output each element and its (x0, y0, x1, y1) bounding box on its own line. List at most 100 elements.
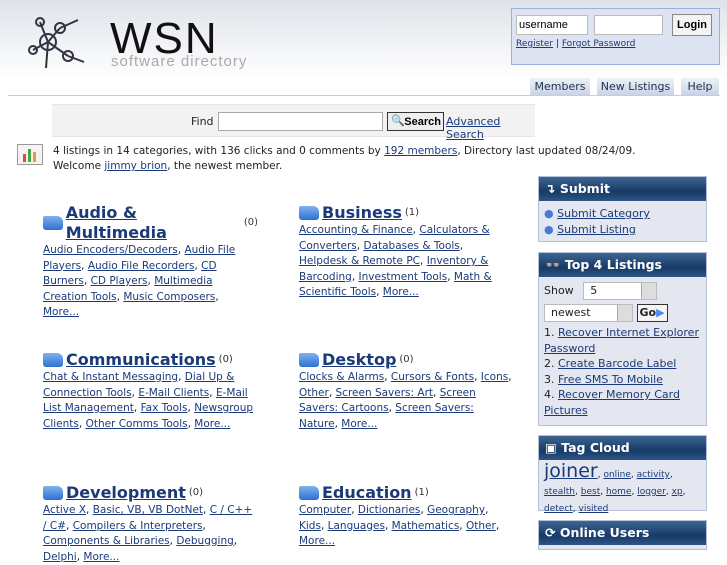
subcategory-link[interactable]: Cursors & Fonts (391, 371, 474, 383)
category-block: Education (1) Computer, Dictionaries, Geog… (299, 483, 500, 547)
submit-listing-link[interactable]: Submit Listing (557, 223, 636, 236)
submit-header: ↴ Submit (539, 177, 706, 201)
category-block: Audio & Multimedia (0) Audio Encoders/Deco… (43, 203, 258, 318)
tab-members[interactable]: Members (530, 78, 590, 95)
tab-new-listings[interactable]: New Listings (597, 78, 674, 95)
login-button[interactable]: Login (672, 14, 712, 36)
top-listing-item: 3. Free SMS To Mobile (544, 372, 663, 386)
subcategory-link[interactable]: Chat & Instant Messaging (43, 371, 178, 383)
subcategory-link[interactable]: Accounting & Finance (299, 224, 413, 236)
subcategory-link[interactable]: Helpdesk & Remote PC (299, 255, 420, 267)
globe-icon: ● (544, 207, 554, 220)
category-block: Development (0) Active X, Basic, VB, VB Do… (43, 483, 253, 563)
magnifier-icon: 🔍 (391, 115, 405, 127)
show-count-select[interactable]: 5 (583, 282, 658, 300)
go-button[interactable]: Go▶ (636, 304, 668, 322)
category-count: (0) (243, 217, 258, 228)
subcategory-link[interactable]: Geography (427, 504, 485, 516)
subcategory-link[interactable]: Music Composers (123, 291, 215, 303)
subcategory-link[interactable]: Languages (328, 520, 385, 532)
members-link[interactable]: 192 members (384, 145, 457, 157)
subcategory-link[interactable]: Fax Tools (141, 402, 188, 414)
top-listing-item: 4. Recover Memory Card Pictures (544, 388, 680, 417)
find-label: Find (191, 115, 214, 128)
subcategory-link[interactable]: Other (466, 520, 496, 532)
tag-link[interactable]: activity (637, 470, 670, 480)
subcategory-link[interactable]: Clocks & Alarms (299, 371, 384, 383)
category-link[interactable]: Development (66, 483, 186, 503)
sort-select[interactable]: newest (544, 304, 633, 322)
divider (8, 95, 720, 96)
top-listing-link[interactable]: Create Barcode Label (558, 357, 676, 370)
subcategory-link[interactable]: Debugging (176, 535, 233, 547)
logo-icon (28, 17, 85, 69)
subcategory-link[interactable]: Delphi (43, 551, 77, 563)
folder-icon (299, 353, 319, 367)
tag-link[interactable]: detect (544, 504, 573, 514)
subcategory-link[interactable]: Mathematics (392, 520, 460, 532)
username-input[interactable] (516, 15, 588, 35)
tagline: software directory (111, 53, 248, 70)
category-link[interactable]: Desktop (322, 350, 396, 370)
tag-link[interactable]: home (606, 487, 632, 497)
tag-link[interactable]: best (581, 487, 600, 497)
tag-link[interactable]: joiner (544, 460, 598, 482)
play-icon: ▶ (656, 306, 665, 319)
category-count: (1) (404, 207, 420, 218)
top-listing-link[interactable]: Recover Memory Card Pictures (544, 388, 680, 417)
subcategory-link[interactable]: Other Comms Tools (86, 418, 188, 430)
subcategory-link[interactable]: CD Players (91, 275, 148, 287)
subcategory-link[interactable]: More... (194, 418, 230, 430)
subcategory-link[interactable]: Audio File Recorders (88, 260, 195, 272)
category-count: (1) (414, 487, 429, 498)
subcategory-link[interactable]: Active X (43, 504, 86, 516)
tag-icon: ▣ (545, 440, 562, 455)
subcategory-link[interactable]: Kids (299, 520, 321, 532)
subcategory-link[interactable]: Investment Tools (359, 271, 448, 283)
subcategory-link[interactable]: Databases & Tools (363, 240, 459, 252)
subcategory-link[interactable]: More... (383, 286, 419, 298)
tag-link[interactable]: visited (579, 504, 609, 514)
subcategory-link[interactable]: Computer (299, 504, 351, 516)
search-input[interactable] (218, 112, 383, 131)
top-listing-link[interactable]: Free SMS To Mobile (558, 373, 663, 386)
subcategory-link[interactable]: More... (43, 306, 79, 318)
submit-category-link[interactable]: Submit Category (557, 207, 650, 220)
tag-link[interactable]: stealth (544, 487, 575, 497)
search-button[interactable]: 🔍 Search (387, 112, 444, 131)
subcategory-link[interactable]: Other (299, 387, 329, 399)
stats-text: 4 listings in 14 categories, with 136 cl… (53, 145, 636, 172)
tab-help[interactable]: Help (681, 78, 719, 95)
category-block: Communications (0) Chat & Instant Messagin… (43, 350, 254, 430)
category-link[interactable]: Business (322, 203, 402, 223)
forgot-password-link[interactable]: Forgot Password (562, 39, 636, 49)
subcategory-link[interactable]: More... (299, 535, 335, 547)
subcategory-link[interactable]: Components & Libraries (43, 535, 170, 547)
register-link[interactable]: Register (516, 39, 553, 49)
subcategory-link[interactable]: More... (341, 418, 377, 430)
stats-icon (17, 144, 43, 165)
category-link[interactable]: Audio & Multimedia (66, 203, 241, 243)
subcategory-link[interactable]: Icons (481, 371, 508, 383)
subcategory-link[interactable]: Basic, VB, VB DotNet (93, 504, 203, 516)
category-link[interactable]: Education (322, 483, 412, 503)
subcategory-link[interactable]: Screen Savers: Art (336, 387, 434, 399)
newest-member-link[interactable]: jimmy brion (104, 160, 167, 172)
online-users-box: ⟳ Online Users (538, 520, 707, 550)
subcategory-link[interactable]: E-Mail Clients (138, 387, 209, 399)
glasses-icon: 👓 (545, 257, 565, 272)
category-link[interactable]: Communications (66, 350, 216, 370)
subcategory-link[interactable]: Compilers & Interpreters (73, 520, 203, 532)
subcategory-link[interactable]: Audio Encoders/Decoders (43, 244, 178, 256)
category-count: (0) (188, 487, 204, 498)
category-count: (0) (218, 354, 233, 365)
tag-link[interactable]: logger (637, 487, 666, 497)
advanced-search-link[interactable]: Advanced Search (446, 115, 535, 141)
tag-link[interactable]: xp (672, 487, 683, 497)
password-input[interactable] (594, 15, 663, 35)
subcategory-link[interactable]: More... (83, 551, 119, 563)
subcategory-link[interactable]: Dictionaries (358, 504, 421, 516)
tag-link[interactable]: online (603, 470, 630, 480)
top-listing-link[interactable]: Recover Internet Explorer Password (544, 326, 699, 355)
arrow-icon: ↴ (545, 181, 560, 196)
